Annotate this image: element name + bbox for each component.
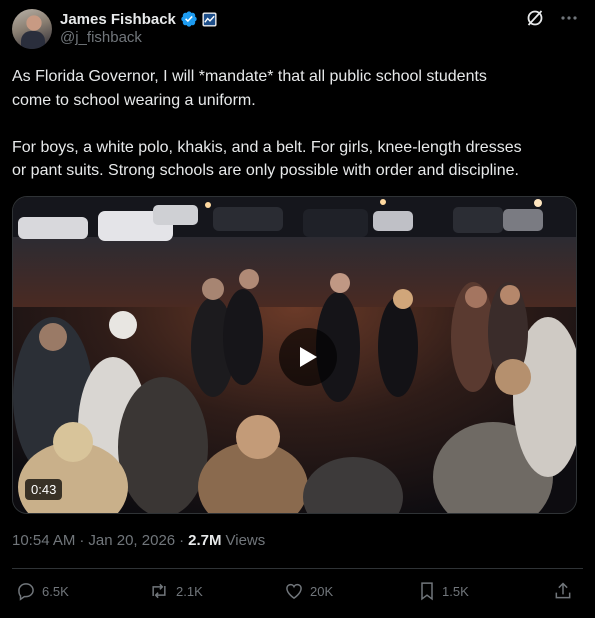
tweet-text: As Florida Governor, I will *mandate* th… xyxy=(12,68,522,179)
more-icon[interactable] xyxy=(559,8,579,28)
grok-icon[interactable] xyxy=(525,8,545,28)
author-display-name[interactable]: James Fishback xyxy=(60,11,176,28)
reply-icon xyxy=(18,583,34,601)
play-icon xyxy=(300,347,317,367)
play-button[interactable] xyxy=(279,328,337,386)
video-duration: 0:43 xyxy=(25,479,63,500)
author-handle[interactable]: @j_fishback xyxy=(60,29,142,46)
meta-separator: · xyxy=(179,532,185,549)
government-affiliation-icon[interactable] xyxy=(202,11,217,27)
repost-icon xyxy=(152,583,166,599)
tweet-top-actions xyxy=(525,8,579,28)
tweet-time[interactable]: 10:54 AM xyxy=(12,532,75,549)
repost-count: 2.1K xyxy=(176,583,203,599)
like-count: 20K xyxy=(310,583,334,599)
bookmark-icon xyxy=(421,582,433,601)
share-icon xyxy=(555,582,571,599)
views-label[interactable]: Views xyxy=(226,532,266,549)
reply-button[interactable]: 6.5K xyxy=(16,581,69,601)
share-button[interactable] xyxy=(553,581,573,601)
author-name-row: James Fishback xyxy=(60,9,217,29)
like-button[interactable]: 20K xyxy=(284,581,333,601)
verified-badge-icon[interactable] xyxy=(180,10,198,28)
bookmark-count: 1.5K xyxy=(442,583,469,599)
repost-button[interactable]: 2.1K xyxy=(148,581,203,601)
divider xyxy=(12,568,583,569)
like-icon xyxy=(286,583,302,599)
tweet-meta: 10:54 AM · Jan 20, 2026 · 2.7M Views xyxy=(12,532,265,549)
views-count[interactable]: 2.7M xyxy=(188,532,221,549)
bookmark-button[interactable]: 1.5K xyxy=(418,581,469,601)
tweet-card: James Fishback @j_fishback As Florida Go… xyxy=(0,0,595,618)
video-player[interactable]: 0:43 xyxy=(12,196,577,514)
tweet-date[interactable]: Jan 20, 2026 xyxy=(88,532,175,549)
action-bar: 6.5K 2.1K 20K 1.5K xyxy=(12,581,583,605)
meta-separator: · xyxy=(79,532,85,549)
avatar[interactable] xyxy=(12,9,52,49)
reply-count: 6.5K xyxy=(42,583,69,599)
